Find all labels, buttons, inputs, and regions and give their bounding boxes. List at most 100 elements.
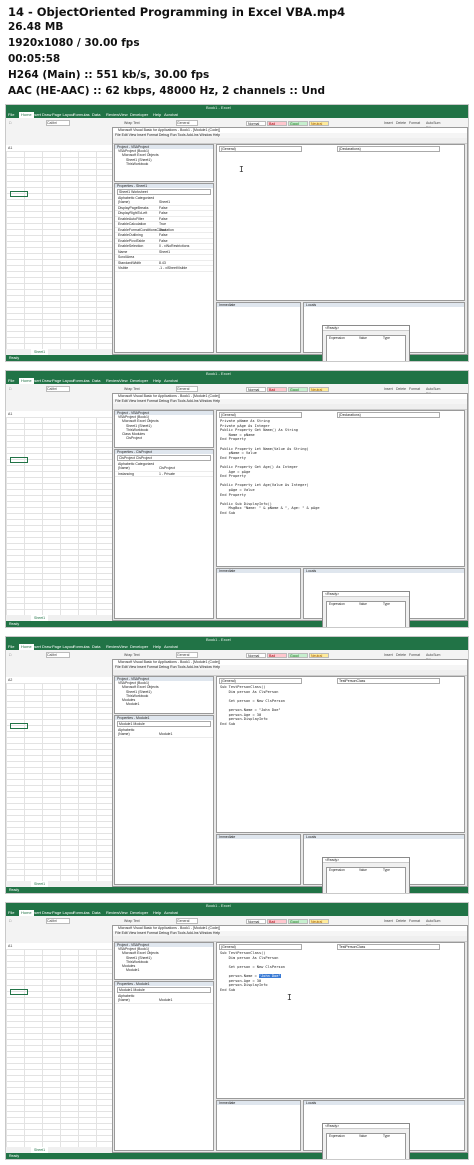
property-value[interactable]: True: [159, 228, 166, 233]
wrap-text-button[interactable]: Wrap Text: [124, 653, 140, 657]
procedure-combo[interactable]: (Declarations): [337, 146, 440, 152]
immediate-window[interactable]: Immediate: [216, 834, 301, 885]
active-cell[interactable]: [10, 723, 28, 729]
number-format-box[interactable]: General: [176, 652, 198, 658]
format-button[interactable]: Format: [409, 121, 420, 125]
property-value[interactable]: Sheet1: [159, 200, 170, 205]
property-value[interactable]: False: [159, 211, 168, 216]
insert-button[interactable]: Insert: [384, 121, 393, 125]
property-value[interactable]: 0 - xlNoRestrictions: [159, 244, 189, 249]
property-value[interactable]: False: [159, 239, 168, 244]
cell-style[interactable]: Neutral: [309, 919, 329, 924]
property-value[interactable]: Module1: [159, 998, 172, 1003]
cell-style[interactable]: Good: [288, 121, 308, 126]
wrap-text-button[interactable]: Wrap Text: [124, 121, 140, 125]
cell-style[interactable]: Good: [288, 919, 308, 924]
name-box[interactable]: A1: [8, 146, 12, 150]
property-value[interactable]: -1 - xlSheetVisible: [159, 266, 187, 271]
immediate-window[interactable]: Immediate: [216, 1100, 301, 1151]
delete-button[interactable]: Delete: [396, 919, 406, 923]
property-value[interactable]: Module1: [159, 732, 172, 737]
properties-object-select[interactable]: Sheet1 Worksheet: [117, 189, 211, 195]
cell-style[interactable]: Good: [288, 387, 308, 392]
property-value[interactable]: False: [159, 206, 168, 211]
cell-style[interactable]: Neutral: [309, 387, 329, 392]
code-window[interactable]: (General) TestPersonClass Sub TestPersonCl…: [216, 676, 465, 833]
procedure-combo[interactable]: (Declarations): [337, 412, 440, 418]
font-name-box[interactable]: Calibri: [46, 386, 70, 392]
project-tree-item[interactable]: ClsProject: [115, 436, 213, 440]
worksheet-grid[interactable]: [6, 683, 114, 883]
property-value[interactable]: False: [159, 217, 168, 222]
insert-button[interactable]: Insert: [384, 919, 393, 923]
cell-style[interactable]: Bad: [267, 387, 287, 392]
worksheet-grid[interactable]: [6, 151, 114, 351]
object-combo[interactable]: (General): [219, 146, 302, 152]
autosum-button[interactable]: AutoSum: [426, 653, 440, 657]
immediate-window[interactable]: Immediate: [216, 302, 301, 353]
code-text[interactable]: Sub TestPersonClass() Dim person As ClsP…: [220, 951, 285, 992]
property-value[interactable]: True: [159, 222, 166, 227]
property-value[interactable]: False: [159, 233, 168, 238]
cell-style[interactable]: Neutral: [309, 653, 329, 658]
object-combo[interactable]: (General): [219, 678, 302, 684]
insert-button[interactable]: Insert: [384, 387, 393, 391]
active-cell[interactable]: [10, 457, 28, 463]
number-format-box[interactable]: General: [176, 120, 198, 126]
code-window[interactable]: (General) (Declarations) Private pName As …: [216, 410, 465, 567]
project-tree-item[interactable]: ThisWorkbook: [115, 162, 213, 166]
cell-style[interactable]: Bad: [267, 121, 287, 126]
cell-style[interactable]: Normal: [246, 121, 266, 126]
cell-style[interactable]: Bad: [267, 653, 287, 658]
property-row[interactable]: (Name) Module1: [115, 732, 213, 738]
code-text[interactable]: Private pName As String Private pAge As …: [220, 419, 320, 515]
property-value[interactable]: 8.43: [159, 261, 166, 266]
active-cell[interactable]: [10, 191, 28, 197]
property-row[interactable]: Visible -1 - xlSheetVisible: [115, 266, 213, 272]
format-button[interactable]: Format: [409, 653, 420, 657]
name-box[interactable]: A2: [8, 678, 12, 682]
cell-style[interactable]: Normal: [246, 919, 266, 924]
wrap-text-button[interactable]: Wrap Text: [124, 919, 140, 923]
object-combo[interactable]: (General): [219, 944, 302, 950]
property-row[interactable]: Instancing 1 - Private: [115, 472, 213, 477]
paste-button[interactable]: □: [9, 387, 11, 391]
cell-style[interactable]: Good: [288, 653, 308, 658]
insert-button[interactable]: Insert: [384, 653, 393, 657]
font-name-box[interactable]: Calibri: [46, 120, 70, 126]
font-name-box[interactable]: Calibri: [46, 652, 70, 658]
property-value[interactable]: Sheet1: [159, 250, 170, 255]
properties-object-select[interactable]: Module1 Module: [117, 987, 211, 993]
worksheet-grid[interactable]: [6, 417, 114, 617]
paste-button[interactable]: □: [9, 919, 11, 923]
project-tree-item[interactable]: Module1: [115, 702, 213, 706]
paste-button[interactable]: □: [9, 121, 11, 125]
worksheet-grid[interactable]: [6, 949, 114, 1149]
immediate-window[interactable]: Immediate: [216, 568, 301, 619]
font-name-box[interactable]: Calibri: [46, 918, 70, 924]
number-format-box[interactable]: General: [176, 918, 198, 924]
property-row[interactable]: (Name) Module1: [115, 998, 213, 1004]
project-tree-item[interactable]: Module1: [115, 968, 213, 972]
cell-style[interactable]: Bad: [267, 919, 287, 924]
delete-button[interactable]: Delete: [396, 121, 406, 125]
name-box[interactable]: A1: [8, 944, 12, 948]
cell-style[interactable]: Normal: [246, 387, 266, 392]
code-window[interactable]: (General) (Declarations) I: [216, 144, 465, 301]
property-value[interactable]: ClsProject: [159, 466, 175, 471]
object-combo[interactable]: (General): [219, 412, 302, 418]
paste-button[interactable]: □: [9, 653, 11, 657]
delete-button[interactable]: Delete: [396, 387, 406, 391]
properties-object-select[interactable]: ClsProject ClsProject: [117, 455, 211, 461]
properties-object-select[interactable]: Module1 Module: [117, 721, 211, 727]
delete-button[interactable]: Delete: [396, 653, 406, 657]
code-text[interactable]: Sub TestPersonClass() Dim person As ClsP…: [220, 685, 285, 726]
active-cell[interactable]: [10, 989, 28, 995]
autosum-button[interactable]: AutoSum: [426, 387, 440, 391]
code-window[interactable]: (General) TestPersonClass Sub TestPersonCl…: [216, 942, 465, 1099]
format-button[interactable]: Format: [409, 387, 420, 391]
procedure-combo[interactable]: TestPersonClass: [337, 678, 440, 684]
cell-style[interactable]: Neutral: [309, 121, 329, 126]
name-box[interactable]: A1: [8, 412, 12, 416]
autosum-button[interactable]: AutoSum: [426, 919, 440, 923]
